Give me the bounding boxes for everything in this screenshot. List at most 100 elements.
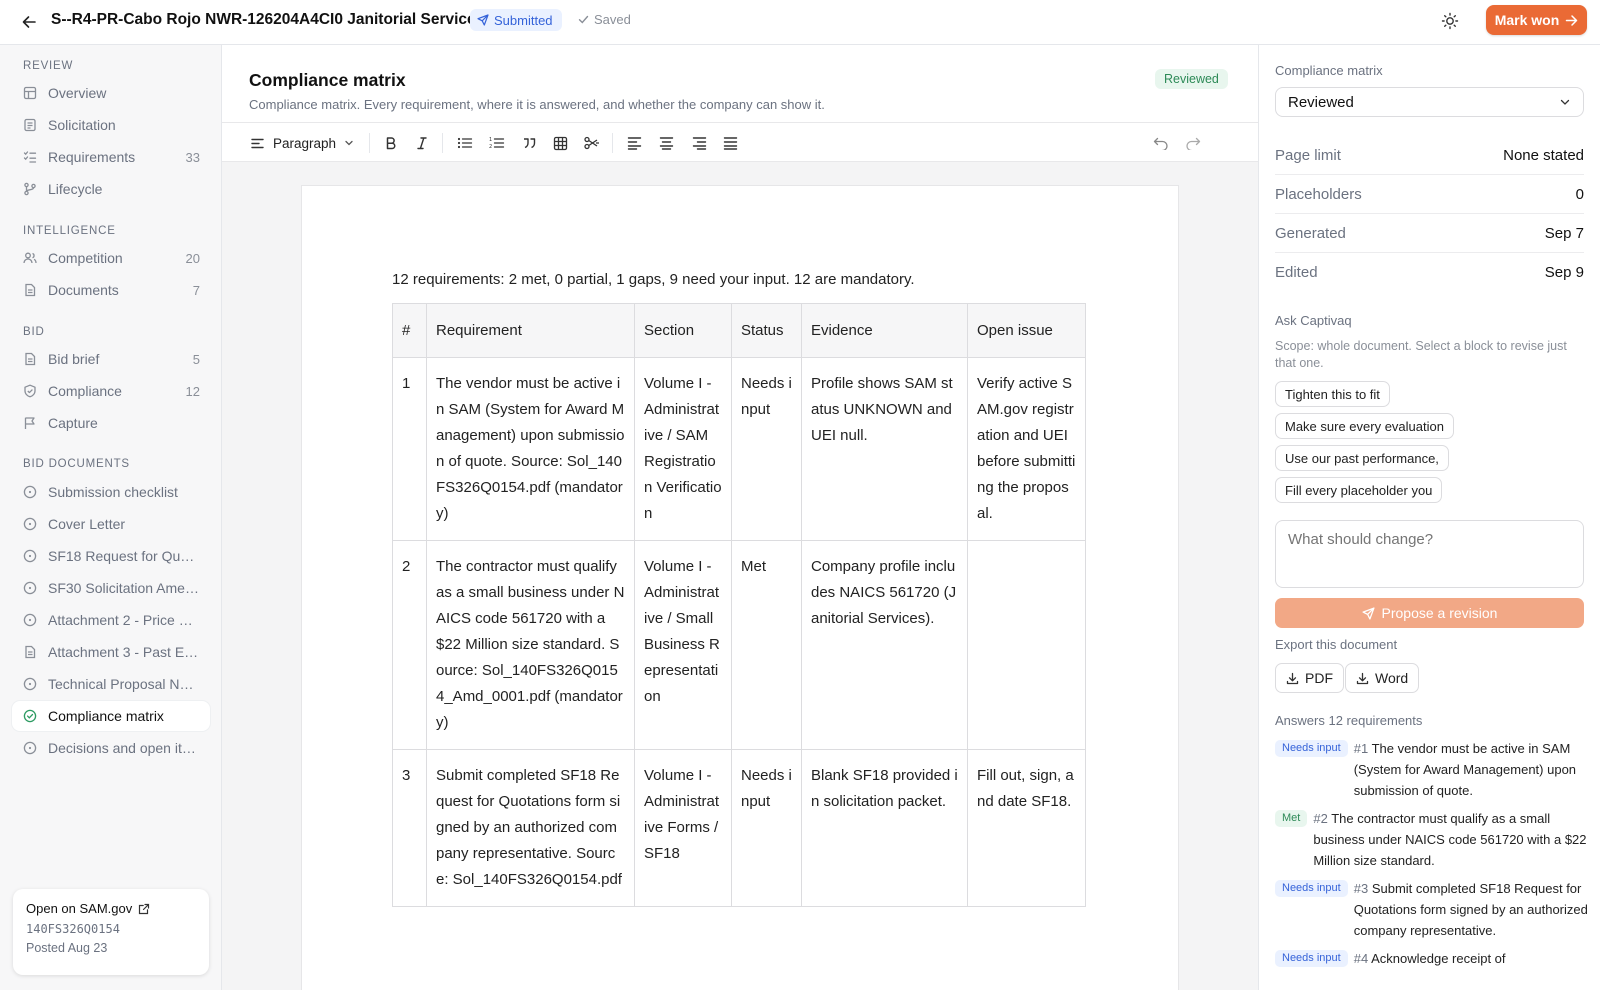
svg-text:2: 2	[489, 144, 492, 150]
back-arrow-icon[interactable]	[18, 11, 40, 33]
redo-icon[interactable]	[1183, 131, 1203, 155]
count-badge: 33	[185, 149, 200, 165]
meta-value: None stated	[1503, 146, 1584, 164]
sidebar-item-capture[interactable]: Capture	[12, 408, 210, 438]
sidebar-item-competition[interactable]: Competition 20	[12, 243, 210, 273]
undo-icon[interactable]	[1151, 131, 1171, 155]
quote-icon[interactable]	[519, 131, 539, 155]
sidebar-item-label: Solicitation	[48, 117, 116, 133]
align-right-icon[interactable]	[689, 131, 709, 155]
row-number: 3	[392, 749, 427, 907]
sidebar-item-solicitation[interactable]: Solicitation	[12, 110, 210, 140]
sidebar-item-label: Submission checklist	[48, 484, 178, 500]
sidebar-item-compliance[interactable]: Compliance 12	[12, 376, 210, 406]
align-center-icon[interactable]	[656, 131, 676, 155]
column-header: Requirement	[426, 303, 635, 358]
status-cell: Needs input	[731, 357, 802, 541]
sidebar-item-compliance-matrix[interactable]: Compliance matrix	[12, 701, 210, 731]
row-number: 1	[392, 357, 427, 541]
sidebar-item-bid-brief[interactable]: Bid brief 5	[12, 344, 210, 374]
answer-number: #4	[1353, 951, 1369, 966]
sidebar-item-label: Compliance	[48, 383, 122, 399]
requirement-cell: Submit completed SF18 Request for Quotat…	[426, 749, 635, 907]
sidebar-item-sf30[interactable]: SF30 Solicitation Amendment	[12, 573, 210, 603]
sidebar-item-documents[interactable]: Documents 7	[12, 275, 210, 305]
export-pdf-label: PDF	[1305, 670, 1333, 686]
answer-number: #2	[1313, 811, 1328, 826]
table-header-row: # Requirement Section Status Evidence Op…	[392, 303, 1086, 358]
sidebar-item-attachment-3[interactable]: Attachment 3 - Past Experience	[12, 637, 210, 667]
answer-status-tag: Needs input	[1275, 740, 1348, 757]
sidebar-item-label: SF30 Solicitation Amendment	[48, 580, 200, 596]
toolbar-divider	[612, 133, 613, 153]
download-icon	[1286, 672, 1299, 685]
answer-item[interactable]: Needs input #4 Acknowledge receipt of	[1275, 948, 1590, 969]
table-icon[interactable]	[550, 131, 570, 155]
sidebar-item-cover-letter[interactable]: Cover Letter	[12, 509, 210, 539]
suggestion-chip[interactable]: Use our past performance,	[1275, 445, 1449, 471]
meta-value: Sep 9	[1544, 264, 1584, 281]
sam-card: Open on SAM.gov 140FS326Q0154 Posted Aug…	[13, 889, 209, 975]
paragraph-style-dropdown[interactable]: Paragraph	[250, 131, 354, 155]
evidence-cell: Profile shows SAM status UNKNOWN and UEI…	[801, 357, 968, 541]
checklist-icon	[22, 149, 38, 165]
open-sam-label: Open on SAM.gov	[26, 901, 133, 916]
sidebar-item-overview[interactable]: Overview	[12, 78, 210, 108]
answers-title: Answers 12 requirements	[1275, 713, 1423, 728]
propose-revision-button[interactable]: Propose a revision	[1275, 598, 1584, 628]
answer-text: The contractor must qualify as a small b…	[1313, 811, 1587, 868]
count-badge: 12	[185, 383, 200, 399]
saved-label: Saved	[594, 12, 631, 27]
meta-row-page-limit: Page limit None stated	[1275, 136, 1584, 175]
document-page[interactable]: 12 requirements: 2 met, 0 partial, 1 gap…	[301, 185, 1179, 990]
issue-cell	[967, 540, 1086, 750]
sun-icon[interactable]	[1438, 9, 1462, 33]
align-left-icon[interactable]	[624, 131, 644, 155]
matrix-status-select[interactable]: Reviewed	[1275, 87, 1584, 117]
send-icon	[477, 14, 489, 26]
answer-item[interactable]: Needs input #3 Submit completed SF18 Req…	[1275, 878, 1590, 941]
italic-icon[interactable]	[412, 131, 432, 155]
table-row: 1 The vendor must be active in SAM (Syst…	[392, 357, 1086, 541]
sidebar-item-technical-proposal[interactable]: Technical Proposal Narrative	[12, 669, 210, 699]
chevron-down-icon	[1559, 96, 1571, 108]
bold-icon[interactable]	[381, 131, 401, 155]
scissors-icon[interactable]	[582, 131, 602, 155]
sidebar-item-requirements[interactable]: Requirements 33	[12, 142, 210, 172]
page-title: Compliance matrix	[249, 70, 406, 90]
sidebar-item-label: Attachment 3 - Past Experience	[48, 644, 200, 660]
status-badge-label: Submitted	[494, 12, 553, 28]
export-pdf-button[interactable]: PDF	[1275, 663, 1344, 693]
check-circle-icon	[22, 708, 38, 724]
section-heading-bid: BID	[23, 326, 45, 338]
meta-key: Generated	[1275, 224, 1346, 242]
download-icon	[1356, 672, 1369, 685]
suggestion-chip[interactable]: Tighten this to fit	[1275, 381, 1390, 407]
revision-input[interactable]	[1275, 520, 1584, 588]
export-word-button[interactable]: Word	[1345, 663, 1420, 693]
paragraph-label: Paragraph	[273, 135, 337, 151]
sidebar-item-label: Bid brief	[48, 351, 100, 367]
numbered-list-icon[interactable]: 12	[487, 131, 507, 155]
align-justify-icon[interactable]	[720, 131, 740, 155]
table-row: 3 Submit completed SF18 Request for Quot…	[392, 749, 1086, 907]
sidebar-item-label: Competition	[48, 250, 123, 266]
count-badge: 20	[185, 250, 200, 266]
sidebar-item-lifecycle[interactable]: Lifecycle	[12, 174, 210, 204]
answer-item[interactable]: Needs input #1 The vendor must be active…	[1275, 738, 1590, 801]
answer-item[interactable]: Met #2 The contractor must qualify as a …	[1275, 808, 1590, 871]
sidebar-item-label: Cover Letter	[48, 516, 126, 532]
bullet-list-icon[interactable]	[455, 131, 475, 155]
sidebar-item-attachment-2[interactable]: Attachment 2 - Price Schedule	[12, 605, 210, 635]
right-panel: Compliance matrix Reviewed Page limit No…	[1258, 45, 1600, 990]
sidebar-item-label: Overview	[48, 85, 107, 101]
align-left-icon	[250, 136, 265, 151]
suggestion-chip[interactable]: Make sure every evaluation	[1275, 413, 1454, 439]
suggestion-chip[interactable]: Fill every placeholder you	[1275, 477, 1443, 503]
sidebar-item-decisions[interactable]: Decisions and open items	[12, 733, 210, 763]
sidebar-item-submission-checklist[interactable]: Submission checklist	[12, 477, 210, 507]
sidebar-item-sf18[interactable]: SF18 Request for Quotations	[12, 541, 210, 571]
open-sam-link[interactable]: Open on SAM.gov	[26, 901, 196, 916]
scope-text: Scope: whole document. Select a block to…	[1275, 339, 1567, 370]
mark-won-button[interactable]: Mark won	[1486, 5, 1587, 35]
